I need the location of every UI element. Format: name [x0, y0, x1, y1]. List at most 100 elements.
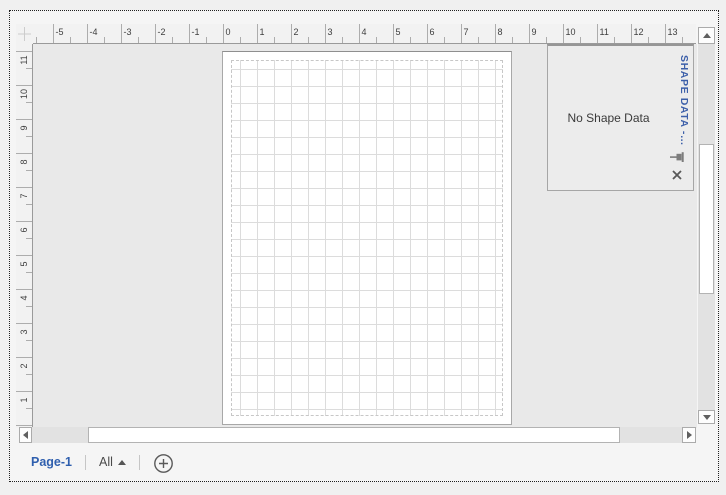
ruler-tick [324, 24, 326, 43]
scroll-down-button[interactable] [698, 410, 715, 424]
triangle-up-icon [117, 459, 126, 465]
ruler-tick [630, 24, 632, 43]
ruler-label: 12 [633, 27, 644, 37]
plus-circle-icon [154, 453, 174, 473]
ruler-tick [52, 24, 54, 43]
page-grid [231, 60, 503, 416]
horizontal-ruler: -5 -4 -3 -2 -1 0 1 2 3 4 5 6 7 8 9 10 11 12 13 [33, 24, 696, 44]
ruler-tick [358, 24, 360, 43]
ruler-tick [290, 24, 292, 43]
ruler-label: 3 [19, 329, 29, 335]
ruler-label: -5 [55, 27, 64, 37]
ruler-label: 3 [327, 27, 333, 37]
scroll-up-button[interactable] [698, 27, 715, 44]
ruler-label: 6 [429, 27, 435, 37]
ruler-tick [341, 37, 343, 43]
ruler-tick [307, 37, 309, 43]
ruler-tick [426, 24, 428, 43]
ruler-tick [69, 37, 71, 43]
ruler-label: 9 [19, 125, 29, 131]
ruler-label: 1 [259, 27, 265, 37]
ruler-label: 11 [19, 54, 29, 65]
ruler-label: 5 [19, 261, 29, 267]
ruler-label: 2 [19, 363, 29, 369]
page-tab-page1[interactable]: Page-1 [31, 455, 72, 469]
triangle-left-icon [23, 431, 28, 439]
ruler-label: 8 [19, 159, 29, 165]
ruler-tick [171, 37, 173, 43]
ruler-tick [511, 37, 513, 43]
scroll-right-button[interactable] [682, 427, 696, 443]
triangle-up-icon [702, 33, 711, 38]
ruler-tick [273, 37, 275, 43]
ruler-label: -3 [123, 27, 132, 37]
pasteboard: SHAPE DATA -… No Shape Data [33, 44, 697, 428]
ruler-label: 0 [225, 27, 231, 37]
ruler-label: 4 [19, 295, 29, 301]
ruler-tick [222, 24, 224, 43]
ruler-label: -1 [191, 27, 200, 37]
ruler-tick [562, 24, 564, 43]
crosshair-icon [18, 27, 31, 41]
ruler-tick [35, 37, 37, 43]
ruler-label: 7 [463, 27, 469, 37]
pushpin-icon [669, 152, 684, 162]
separator [85, 454, 86, 470]
ruler-label: 1 [19, 397, 29, 403]
ruler-tick [392, 24, 394, 43]
ruler-tick [103, 37, 105, 43]
horizontal-scrollbar-thumb[interactable] [88, 427, 620, 443]
ruler-tick [528, 24, 530, 43]
ruler-label: -2 [157, 27, 166, 37]
pin-panel-button[interactable] [669, 150, 685, 164]
ruler-label: 5 [395, 27, 401, 37]
ruler-tick [477, 37, 479, 43]
ruler-tick [188, 24, 190, 43]
ruler-label: 10 [19, 88, 29, 99]
vertical-ruler: 1 2 3 4 5 6 7 8 9 10 11 [16, 44, 33, 428]
ruler-tick [205, 37, 207, 43]
all-pages-dropdown[interactable]: All [99, 455, 126, 469]
ruler-tick [579, 37, 581, 43]
ruler-tick [613, 37, 615, 43]
ruler-label: -4 [89, 27, 98, 37]
ruler-tick [494, 24, 496, 43]
scroll-left-button[interactable] [19, 427, 32, 443]
vertical-scrollbar[interactable] [698, 27, 715, 424]
ruler-label: 7 [19, 193, 29, 199]
horizontal-scrollbar[interactable] [19, 427, 696, 443]
close-icon [672, 170, 682, 180]
page-tab-bar: Page-1 All [10, 443, 718, 481]
ruler-label: 4 [361, 27, 367, 37]
ruler-tick [120, 24, 122, 43]
ruler-tick [647, 37, 649, 43]
ruler-tick [137, 37, 139, 43]
ruler-label: 6 [19, 227, 29, 233]
add-page-button[interactable] [153, 452, 175, 474]
ruler-tick [239, 37, 241, 43]
triangle-down-icon [702, 414, 711, 420]
all-pages-label: All [99, 455, 113, 469]
ruler-corner [16, 24, 33, 44]
ruler-label: 11 [599, 27, 609, 37]
ruler-tick [154, 24, 156, 43]
triangle-right-icon [686, 431, 692, 439]
ruler-tick [596, 24, 598, 43]
ruler-tick [460, 24, 462, 43]
ruler-tick [664, 24, 666, 43]
vertical-scrollbar-thumb[interactable] [699, 144, 714, 294]
ruler-label: 13 [667, 27, 678, 37]
ruler-tick [375, 37, 377, 43]
shape-data-panel: SHAPE DATA -… No Shape Data [547, 44, 694, 191]
ruler-tick [545, 37, 547, 43]
close-panel-button[interactable] [669, 168, 685, 182]
ruler-tick [256, 24, 258, 43]
ruler-label: 10 [565, 27, 576, 37]
drawing-control: -5 -4 -3 -2 -1 0 1 2 3 4 5 6 7 8 9 10 11 12 13 1 2 3 4 5 6 7 8 9 10… [9, 10, 719, 482]
ruler-label: 8 [497, 27, 503, 37]
ruler-tick [409, 37, 411, 43]
ruler-tick [16, 424, 32, 426]
shape-data-empty-message: No Shape Data [567, 111, 650, 125]
drawing-page[interactable] [222, 51, 512, 425]
ruler-tick [681, 37, 683, 43]
